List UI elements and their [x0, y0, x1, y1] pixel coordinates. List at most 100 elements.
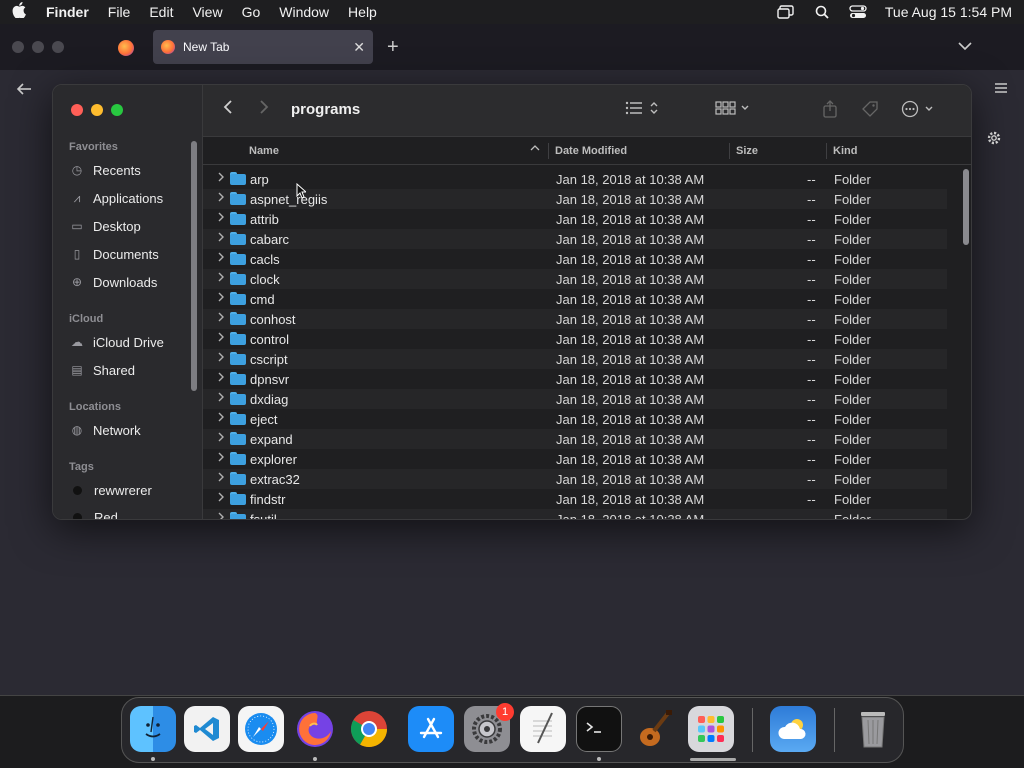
file-row[interactable]: fsutil Jan 18, 2018 at 10:38 AM -- Folder	[203, 509, 947, 519]
control-center-icon[interactable]	[849, 5, 867, 19]
column-divider[interactable]	[729, 143, 730, 159]
column-header-kind[interactable]: Kind	[833, 145, 857, 157]
column-divider[interactable]	[826, 143, 827, 159]
menu-app-name[interactable]: Finder	[46, 4, 89, 20]
browser-close-dot[interactable]	[12, 41, 24, 53]
disclosure-chevron-icon[interactable]	[217, 511, 225, 519]
menu-view[interactable]: View	[192, 4, 222, 20]
column-header-date-modified[interactable]: Date Modified	[555, 145, 627, 157]
disclosure-chevron-icon[interactable]	[217, 291, 225, 306]
column-header-name[interactable]: Name	[249, 145, 279, 157]
list-view-icon[interactable]	[625, 100, 661, 120]
clock-text[interactable]: Tue Aug 15 1:54 PM	[885, 4, 1012, 20]
close-tab-icon[interactable]: ✕	[353, 39, 365, 56]
sidebar-item-applications[interactable]: ⩘ Applications	[69, 186, 189, 210]
share-icon[interactable]	[822, 100, 838, 122]
column-divider[interactable]	[548, 143, 549, 159]
list-all-tabs-icon[interactable]	[958, 38, 972, 54]
browser-zoom-dot[interactable]	[52, 41, 64, 53]
more-actions-icon[interactable]	[901, 100, 937, 122]
file-row[interactable]: dxdiag Jan 18, 2018 at 10:38 AM -- Folder	[203, 389, 947, 409]
back-chevron-icon[interactable]	[223, 99, 233, 120]
disclosure-chevron-icon[interactable]	[217, 311, 225, 326]
tag-icon[interactable]	[861, 100, 879, 122]
finder-icon[interactable]	[130, 706, 176, 752]
file-row[interactable]: arp Jan 18, 2018 at 10:38 AM -- Folder	[203, 169, 947, 189]
disclosure-chevron-icon[interactable]	[217, 351, 225, 366]
browser-back-icon[interactable]	[16, 80, 32, 101]
sidebar-item-network[interactable]: ◍ Network	[69, 418, 189, 442]
menu-help[interactable]: Help	[348, 4, 377, 20]
file-row[interactable]: attrib Jan 18, 2018 at 10:38 AM -- Folder	[203, 209, 947, 229]
app-store-icon[interactable]	[408, 706, 454, 752]
sidebar-item-documents[interactable]: ▯ Documents	[69, 242, 189, 266]
disclosure-chevron-icon[interactable]	[217, 431, 225, 446]
sidebar-item-shared[interactable]: ▤ Shared	[69, 358, 189, 382]
firefox-view-icon[interactable]	[118, 40, 134, 56]
minimize-window-button[interactable]	[91, 104, 103, 116]
terminal-icon[interactable]	[576, 706, 622, 752]
trash-icon[interactable]	[850, 706, 896, 752]
menu-edit[interactable]: Edit	[149, 4, 173, 20]
browser-menu-icon[interactable]	[994, 78, 1008, 99]
browser-tab-new-tab[interactable]: New Tab ✕	[153, 30, 373, 64]
file-row[interactable]: expand Jan 18, 2018 at 10:38 AM -- Folder	[203, 429, 947, 449]
file-row[interactable]: cmd Jan 18, 2018 at 10:38 AM -- Folder	[203, 289, 947, 309]
weather-icon[interactable]	[770, 706, 816, 752]
disclosure-chevron-icon[interactable]	[217, 331, 225, 346]
sidebar-item-tag-rewwrerer[interactable]: rewwrerer	[69, 478, 189, 502]
file-row[interactable]: findstr Jan 18, 2018 at 10:38 AM -- Folder	[203, 489, 947, 509]
menu-file[interactable]: File	[108, 4, 131, 20]
file-row[interactable]: control Jan 18, 2018 at 10:38 AM -- Folder	[203, 329, 947, 349]
sort-ascending-icon[interactable]	[530, 143, 540, 155]
disclosure-chevron-icon[interactable]	[217, 251, 225, 266]
sidebar-item-downloads[interactable]: ⊕ Downloads	[69, 270, 189, 294]
close-window-button[interactable]	[71, 104, 83, 116]
disclosure-chevron-icon[interactable]	[217, 411, 225, 426]
menu-go[interactable]: Go	[242, 4, 261, 20]
browser-minimize-dot[interactable]	[32, 41, 44, 53]
spotlight-search-icon[interactable]	[813, 5, 831, 19]
disclosure-chevron-icon[interactable]	[217, 171, 225, 186]
disclosure-chevron-icon[interactable]	[217, 391, 225, 406]
file-row[interactable]: eject Jan 18, 2018 at 10:38 AM -- Folder	[203, 409, 947, 429]
new-tab-button[interactable]: +	[387, 36, 399, 59]
file-row[interactable]: cabarc Jan 18, 2018 at 10:38 AM -- Folder	[203, 229, 947, 249]
launchpad-icon[interactable]	[688, 706, 734, 752]
disclosure-chevron-icon[interactable]	[217, 451, 225, 466]
file-row[interactable]: cacls Jan 18, 2018 at 10:38 AM -- Folder	[203, 249, 947, 269]
file-row[interactable]: clock Jan 18, 2018 at 10:38 AM -- Folder	[203, 269, 947, 289]
disclosure-chevron-icon[interactable]	[217, 491, 225, 506]
apple-menu-icon[interactable]	[12, 2, 32, 22]
chrome-icon[interactable]	[346, 706, 392, 752]
disclosure-chevron-icon[interactable]	[217, 371, 225, 386]
garageband-icon[interactable]	[632, 706, 678, 752]
list-scrollbar[interactable]	[963, 169, 969, 245]
sidebar-item-recents[interactable]: ◷ Recents	[69, 158, 189, 182]
firefox-icon[interactable]	[292, 706, 338, 752]
menu-window[interactable]: Window	[279, 4, 329, 20]
disclosure-chevron-icon[interactable]	[217, 271, 225, 286]
textedit-icon[interactable]	[520, 706, 566, 752]
screen-mirroring-icon[interactable]	[777, 5, 795, 19]
file-row[interactable]: aspnet_regiis Jan 18, 2018 at 10:38 AM -- F…	[203, 189, 947, 209]
disclosure-chevron-icon[interactable]	[217, 191, 225, 206]
forward-chevron-icon[interactable]	[259, 99, 269, 120]
disclosure-chevron-icon[interactable]	[217, 211, 225, 226]
file-row[interactable]: cscript Jan 18, 2018 at 10:38 AM -- Folder	[203, 349, 947, 369]
disclosure-chevron-icon[interactable]	[217, 231, 225, 246]
column-header-size[interactable]: Size	[736, 145, 758, 157]
disclosure-chevron-icon[interactable]	[217, 471, 225, 486]
safari-icon[interactable]	[238, 706, 284, 752]
sidebar-scrollbar[interactable]	[191, 141, 197, 391]
file-row[interactable]: dpnsvr Jan 18, 2018 at 10:38 AM -- Folder	[203, 369, 947, 389]
sidebar-item-tag-red[interactable]: Red	[69, 505, 189, 519]
file-row[interactable]: explorer Jan 18, 2018 at 10:38 AM -- Folder	[203, 449, 947, 469]
zoom-window-button[interactable]	[111, 104, 123, 116]
customize-newtab-gear-icon[interactable]	[986, 130, 1002, 151]
group-by-grid-icon[interactable]	[715, 100, 751, 120]
sidebar-item-icloud-drive[interactable]: ☁ iCloud Drive	[69, 330, 189, 354]
file-row[interactable]: extrac32 Jan 18, 2018 at 10:38 AM -- Folder	[203, 469, 947, 489]
vscode-icon[interactable]	[184, 706, 230, 752]
file-row[interactable]: conhost Jan 18, 2018 at 10:38 AM -- Folder	[203, 309, 947, 329]
